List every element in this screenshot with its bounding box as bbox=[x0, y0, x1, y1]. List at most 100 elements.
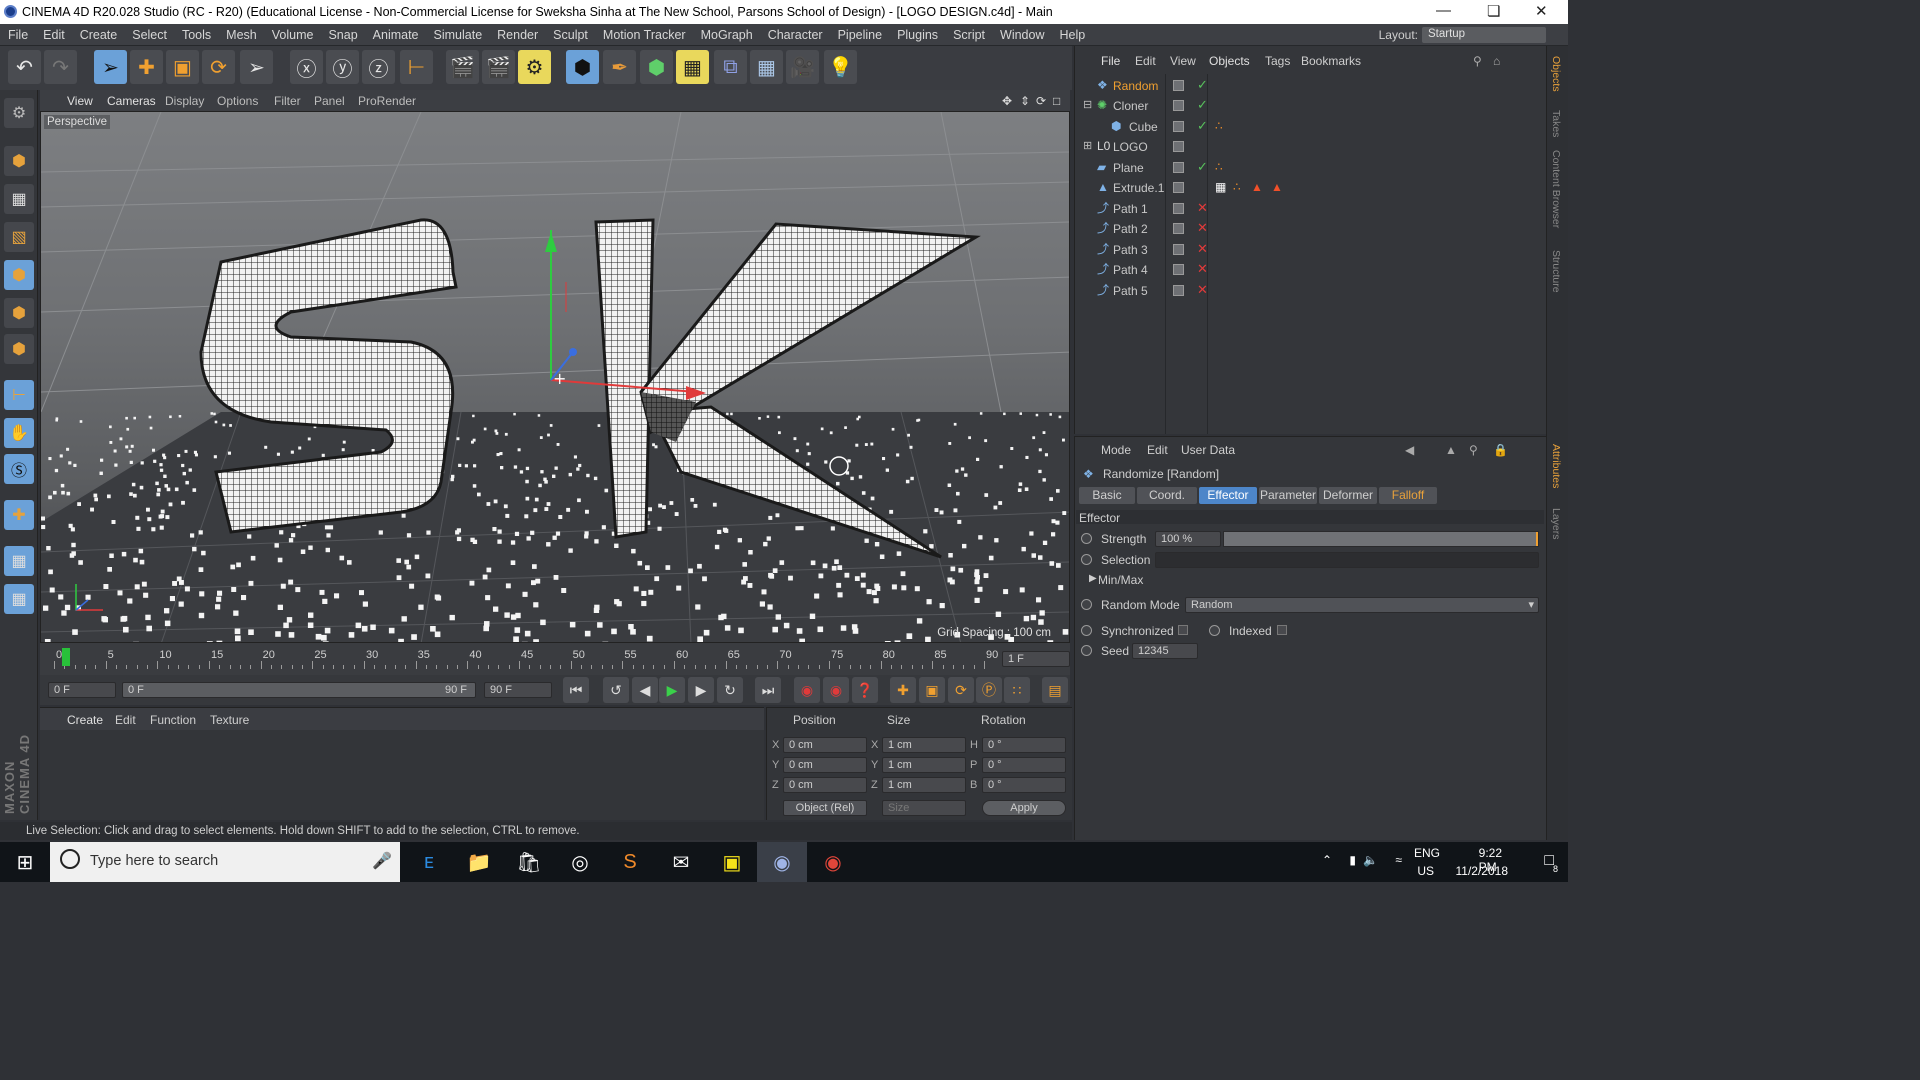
object-name[interactable]: Path 5 bbox=[1113, 284, 1148, 298]
key-scale-icon[interactable]: ▣ bbox=[919, 677, 945, 703]
z-axis-handle-icon[interactable] bbox=[569, 348, 577, 356]
object-row-path-3[interactable]: ⤴ Path 3 ✕ bbox=[1081, 240, 1541, 260]
microphone-icon[interactable]: 🎤 bbox=[372, 851, 392, 871]
disabled-cross-icon[interactable]: ✕ bbox=[1197, 261, 1208, 277]
rotation-b-field[interactable]: 0 ° bbox=[982, 777, 1066, 793]
menu-tools[interactable]: Tools bbox=[174, 24, 218, 46]
side-tab-structure[interactable]: Structure bbox=[1550, 250, 1562, 293]
workplane-mode-icon[interactable]: ▧ bbox=[4, 222, 34, 252]
menu-pipeline[interactable]: Pipeline bbox=[830, 24, 889, 46]
rotate-icon[interactable]: ⟳ bbox=[202, 50, 235, 84]
enabled-check-icon[interactable]: ✓ bbox=[1197, 118, 1208, 134]
render-picture-viewer-icon[interactable]: 🎬 bbox=[482, 50, 515, 84]
restore-icon[interactable]: ❏ bbox=[1487, 2, 1500, 20]
enable-axis-icon[interactable]: ⊢ bbox=[4, 380, 34, 410]
side-tab-takes[interactable]: Takes bbox=[1550, 110, 1562, 137]
viewport-menu-prorender[interactable]: ProRender bbox=[358, 94, 416, 108]
menu-file[interactable]: File bbox=[0, 24, 35, 46]
material-tag-icon[interactable]: ∴ bbox=[1215, 119, 1223, 133]
material-menu-create[interactable]: Create bbox=[67, 713, 103, 727]
collapse-icon[interactable]: ⊟ bbox=[1083, 98, 1092, 111]
disabled-cross-icon[interactable]: ✕ bbox=[1197, 220, 1208, 236]
move-icon[interactable]: ✚ bbox=[130, 50, 163, 84]
side-tab-objects[interactable]: Objects bbox=[1550, 56, 1562, 92]
model-mode-icon[interactable]: ⬢ bbox=[4, 146, 34, 176]
render-view-icon[interactable]: 🎬 bbox=[446, 50, 479, 84]
key-point-level-icon[interactable]: ∷ bbox=[1004, 677, 1030, 703]
tab-deformer[interactable]: Deformer bbox=[1319, 487, 1377, 504]
tab-basic[interactable]: Basic bbox=[1079, 487, 1135, 504]
frame-range-slider[interactable]: 0 F 90 F bbox=[122, 682, 476, 698]
sticky-notes-icon[interactable]: ▣ bbox=[719, 850, 745, 874]
deformer-icon[interactable]: ⧉ bbox=[714, 50, 747, 84]
back-arrow-icon[interactable]: ◀ bbox=[1405, 443, 1414, 457]
selection-field[interactable] bbox=[1155, 552, 1539, 568]
object-menu-file[interactable]: File bbox=[1101, 54, 1120, 68]
object-row-plane[interactable]: ▰ Plane ✓ ∴ bbox=[1081, 158, 1541, 178]
locked-workplane-icon[interactable]: ▦ bbox=[4, 546, 34, 576]
polygons-mode-icon[interactable]: ⬢ bbox=[4, 334, 34, 364]
menu-volume[interactable]: Volume bbox=[264, 24, 321, 46]
edge-browser-icon[interactable]: ᴇ bbox=[416, 850, 442, 874]
apply-button[interactable]: Apply bbox=[982, 800, 1066, 816]
size-z-field[interactable]: 1 cm bbox=[882, 777, 966, 793]
selection-animate-radio[interactable] bbox=[1081, 554, 1092, 565]
camera-icon[interactable]: 🎥 bbox=[786, 50, 819, 84]
seed-field[interactable]: 12345 bbox=[1132, 643, 1198, 659]
viewport-menu-view[interactable]: View bbox=[67, 94, 93, 108]
tab-parameter[interactable]: Parameter bbox=[1259, 487, 1317, 504]
size-x-field[interactable]: 1 cm bbox=[882, 737, 966, 753]
y-axis-arrow-icon[interactable] bbox=[545, 232, 557, 252]
next-frame-icon[interactable]: ▶ bbox=[688, 677, 714, 703]
size-mode-dropdown[interactable]: Size bbox=[882, 800, 966, 816]
end-frame-field[interactable]: 90 F bbox=[484, 682, 552, 698]
object-search-icon[interactable]: ⚲ bbox=[1473, 54, 1482, 68]
make-editable-icon[interactable]: ⚙ bbox=[4, 98, 34, 128]
object-name[interactable]: Path 1 bbox=[1113, 202, 1148, 216]
menu-create[interactable]: Create bbox=[72, 24, 125, 46]
menu-simulate[interactable]: Simulate bbox=[426, 24, 490, 46]
wifi-icon[interactable]: ≈ bbox=[1395, 853, 1402, 867]
attributes-menu-mode[interactable]: Mode bbox=[1101, 443, 1131, 457]
object-name[interactable]: Cloner bbox=[1113, 99, 1148, 113]
visibility-dot[interactable] bbox=[1173, 141, 1184, 152]
viewport-menu-filter[interactable]: Filter bbox=[274, 94, 301, 108]
subdivision-surface-icon[interactable]: ⬢ bbox=[640, 50, 673, 84]
light-icon[interactable]: 💡 bbox=[824, 50, 857, 84]
viewport-zoom-icon[interactable]: ⇕ bbox=[1020, 94, 1030, 108]
perspective-viewport[interactable]: + Perspective Grid Spacing : 100 cm bbox=[40, 111, 1070, 643]
volume-icon[interactable]: 🔈 bbox=[1363, 853, 1378, 867]
recent-tool-icon[interactable]: ➢ bbox=[240, 50, 273, 84]
battery-icon[interactable]: ▮ bbox=[1349, 853, 1356, 867]
language-label[interactable]: ENG bbox=[1414, 846, 1440, 860]
selection-tag-icon[interactable]: ▲ bbox=[1251, 180, 1263, 194]
menu-window[interactable]: Window bbox=[992, 24, 1051, 46]
start-frame-field[interactable]: 0 F bbox=[48, 682, 116, 698]
enabled-check-icon[interactable]: ✓ bbox=[1197, 97, 1208, 113]
region-label[interactable]: US bbox=[1417, 864, 1434, 878]
visibility-dot[interactable] bbox=[1173, 285, 1184, 296]
object-row-path-4[interactable]: ⤴ Path 4 ✕ bbox=[1081, 260, 1541, 280]
z-axis-lock-icon[interactable]: ⓩ bbox=[362, 50, 395, 84]
minmax-expand-icon[interactable]: ▶ bbox=[1089, 573, 1097, 584]
expand-icon[interactable]: ⊞ bbox=[1083, 139, 1092, 152]
tweak-mode-icon[interactable]: ✋ bbox=[4, 418, 34, 448]
enabled-check-icon[interactable]: ✓ bbox=[1197, 77, 1208, 93]
pen-spline-icon[interactable]: ✒ bbox=[603, 50, 636, 84]
previous-frame-icon[interactable]: ◀ bbox=[632, 677, 658, 703]
object-name[interactable]: Random bbox=[1113, 79, 1158, 93]
menu-mesh[interactable]: Mesh bbox=[218, 24, 264, 46]
current-frame-field[interactable]: 1 F bbox=[1002, 651, 1070, 667]
object-row-logo[interactable]: ⊞ L0 LOGO bbox=[1081, 137, 1541, 157]
visibility-dot[interactable] bbox=[1173, 162, 1184, 173]
next-key-icon[interactable]: ↻ bbox=[717, 677, 743, 703]
viewport-menu-panel[interactable]: Panel bbox=[314, 94, 345, 108]
disabled-cross-icon[interactable]: ✕ bbox=[1197, 241, 1208, 257]
rotation-p-field[interactable]: 0 ° bbox=[982, 757, 1066, 773]
y-axis-lock-icon[interactable]: ⓨ bbox=[326, 50, 359, 84]
coordinate-system-icon[interactable]: ⊢ bbox=[400, 50, 433, 84]
scale-icon[interactable]: ▣ bbox=[166, 50, 199, 84]
visibility-dot[interactable] bbox=[1173, 203, 1184, 214]
synchronized-animate-radio[interactable] bbox=[1081, 625, 1092, 636]
object-row-path-5[interactable]: ⤴ Path 5 ✕ bbox=[1081, 281, 1541, 301]
